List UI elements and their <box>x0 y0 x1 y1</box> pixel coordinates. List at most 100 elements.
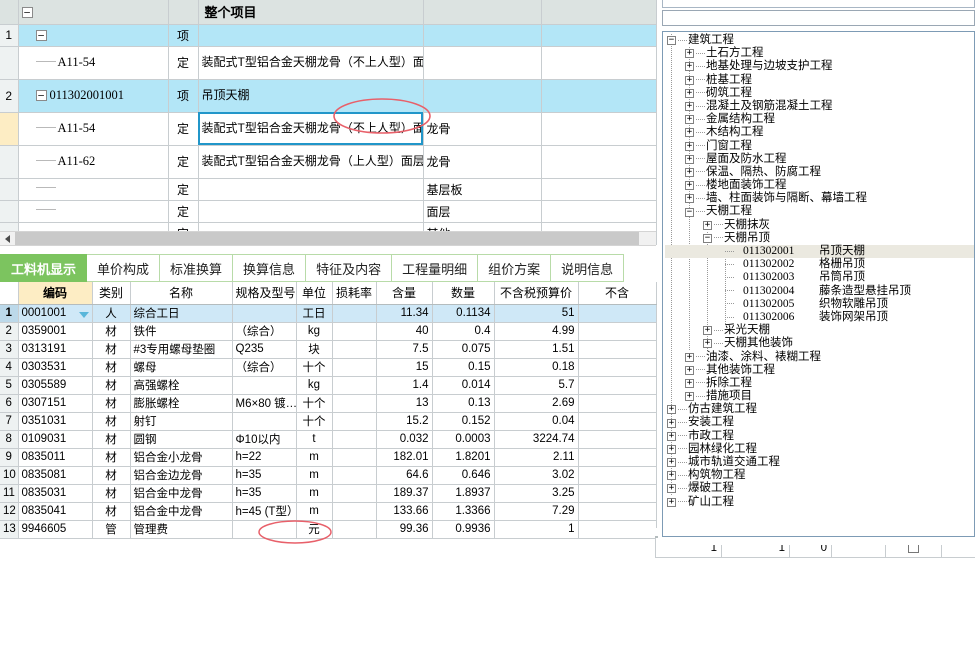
resource-content-cell[interactable]: 189.37 <box>376 484 433 503</box>
resource-budget-price-cell[interactable]: 0.18 <box>494 358 579 377</box>
resource-market-price-cell[interactable] <box>578 412 657 431</box>
expand-icon[interactable]: + <box>667 444 676 454</box>
expand-icon[interactable]: + <box>685 352 694 362</box>
row-code-cell[interactable] <box>18 200 169 223</box>
resource-content-cell[interactable]: 40 <box>376 322 433 341</box>
bill-grid-row[interactable]: A11-54 定装配式T型铝合金天棚龙骨（不上人型）面层规格(mm) 600×60… <box>0 112 657 146</box>
tab-3[interactable]: 换算信息 <box>233 254 307 282</box>
resource-loss-cell[interactable] <box>332 520 377 539</box>
col-header-1[interactable]: 编码 <box>18 282 93 305</box>
row-name-cell[interactable] <box>198 24 424 47</box>
resource-spec-cell[interactable] <box>232 412 297 431</box>
resource-loss-cell[interactable] <box>332 376 377 395</box>
tree-node-7[interactable]: + 木结构工程 <box>665 126 974 139</box>
tree-node-9[interactable]: + 屋面及防水工程 <box>665 153 974 166</box>
resource-row[interactable]: 10 0835081 材铝合金边龙骨 h=35 m 64.6 0.646 3.02 <box>0 466 657 485</box>
resource-content-cell[interactable]: 15 <box>376 358 433 377</box>
resource-spec-cell[interactable] <box>232 304 297 323</box>
expand-icon[interactable]: + <box>667 497 676 507</box>
resource-row[interactable]: 2 0359001 材铁件 （综合） kg 40 0.4 4.99 <box>0 322 657 341</box>
resource-name-cell[interactable]: 铝合金中龙骨 <box>130 502 233 521</box>
resource-spec-cell[interactable]: （综合） <box>232 358 297 377</box>
col-header-9[interactable]: 不含税预算价 <box>494 282 579 305</box>
resource-qty-cell[interactable]: 0.0003 <box>432 430 495 449</box>
resource-row[interactable]: 12 0835041 材铝合金中龙骨 h=45 (T型） m 133.66 1.3366 7.… <box>0 502 657 521</box>
expand-icon[interactable]: + <box>667 405 676 415</box>
resource-name-cell[interactable]: 铝合金边龙骨 <box>130 466 233 485</box>
expand-icon[interactable]: + <box>685 378 694 388</box>
resource-budget-price-cell[interactable]: 1.51 <box>494 340 579 359</box>
resource-row[interactable]: 4 0303531 材螺母 （综合） 十个 15 0.15 0.18 <box>0 358 657 377</box>
tree-node-33[interactable]: + 构筑物工程 <box>665 469 974 482</box>
resource-code-cell[interactable]: 0307151 <box>18 394 93 413</box>
row-extra-cell[interactable] <box>541 24 657 47</box>
row-feature-cell[interactable]: 龙骨 <box>423 145 542 179</box>
tree-node-24[interactable]: + 油漆、涂料、裱糊工程 <box>665 351 974 364</box>
expand-icon[interactable]: + <box>685 365 694 375</box>
resource-market-price-cell[interactable] <box>578 376 657 395</box>
resource-loss-cell[interactable] <box>332 340 377 359</box>
row-feature-cell[interactable]: 面层 <box>423 200 542 223</box>
resource-name-cell[interactable]: 高强螺栓 <box>130 376 233 395</box>
col-header-2[interactable]: 类别 <box>92 282 131 305</box>
resource-row[interactable]: 7 0351031 材射钉 十个 15.2 0.152 0.04 <box>0 412 657 431</box>
row-feature-cell[interactable]: 基层板 <box>423 178 542 201</box>
resource-budget-price-cell[interactable]: 3.02 <box>494 466 579 485</box>
resource-qty-cell[interactable]: 0.014 <box>432 376 495 395</box>
tree-node-1[interactable]: + 土石方工程 <box>665 47 974 60</box>
resource-spec-cell[interactable] <box>232 520 297 539</box>
resource-row[interactable]: 8 0109031 材圆钢 Φ10以内 t 0.032 0.0003 3224.74 <box>0 430 657 449</box>
resource-loss-cell[interactable] <box>332 502 377 521</box>
resource-code-cell[interactable]: 0359001 <box>18 322 93 341</box>
expand-icon[interactable]: + <box>685 62 694 72</box>
resource-budget-price-cell[interactable]: 0.04 <box>494 412 579 431</box>
dropdown-caret-icon[interactable] <box>78 312 89 318</box>
resource-qty-cell[interactable]: 0.4 <box>432 322 495 341</box>
tree-node-28[interactable]: + 仿古建筑工程 <box>665 403 974 416</box>
resource-content-cell[interactable]: 1.4 <box>376 376 433 395</box>
row-code-cell[interactable]: A11-54 <box>18 46 169 80</box>
row-feature-cell[interactable] <box>423 24 542 47</box>
resource-spec-cell[interactable]: h=35 <box>232 466 297 485</box>
resource-loss-cell[interactable] <box>332 448 377 467</box>
resource-name-cell[interactable]: 射钉 <box>130 412 233 431</box>
resource-spec-cell[interactable]: M6×80 镀… <box>232 394 297 413</box>
row-extra-cell[interactable] <box>541 46 657 80</box>
resource-row[interactable]: 11 0835031 材铝合金中龙骨 h=35 m 189.37 1.8937 3.25 <box>0 484 657 503</box>
tab-4[interactable]: 特征及内容 <box>306 254 393 282</box>
resource-code-cell[interactable]: 9946605 <box>18 520 93 539</box>
resource-qty-cell[interactable]: 1.3366 <box>432 502 495 521</box>
resource-qty-cell[interactable]: 1.8937 <box>432 484 495 503</box>
expand-icon[interactable]: + <box>685 141 694 151</box>
resource-spec-cell[interactable]: h=45 (T型） <box>232 502 297 521</box>
resource-market-price-cell[interactable] <box>578 358 657 377</box>
tree-node-2[interactable]: + 地基处理与边坡支护工程 <box>665 60 974 73</box>
col-header-4[interactable]: 规格及型号 <box>232 282 297 305</box>
resource-name-cell[interactable]: 铁件 <box>130 322 233 341</box>
expand-icon[interactable]: + <box>667 431 676 441</box>
row-name-cell[interactable]: 装配式T型铝合金天棚龙骨（上人型）面层规格(mm) 600×600 平面 <box>198 145 424 179</box>
resource-qty-cell[interactable]: 0.1134 <box>432 304 495 323</box>
resource-budget-price-cell[interactable]: 1 <box>494 520 579 539</box>
resource-market-price-cell[interactable] <box>578 448 657 467</box>
expand-icon[interactable]: + <box>685 154 694 164</box>
resource-detail-grid[interactable]: 编码 类别 名称 规格及型号 单位 损耗率 含量 数量 不含税预算价 不含 1 0001001 人综合… <box>0 282 657 539</box>
resource-content-cell[interactable]: 133.66 <box>376 502 433 521</box>
expand-icon[interactable]: + <box>685 49 694 59</box>
tree-node-10[interactable]: + 保温、隔热、防腐工程 <box>665 166 974 179</box>
resource-row[interactable]: 6 0307151 材膨胀螺栓 M6×80 镀… 十个 13 0.13 2.69 <box>0 394 657 413</box>
resource-code-cell[interactable]: 0303531 <box>18 358 93 377</box>
bill-grid-row[interactable]: 1 − 项 <box>0 24 657 47</box>
resource-budget-price-cell[interactable]: 3.25 <box>494 484 579 503</box>
row-extra-cell[interactable] <box>541 112 657 146</box>
resource-loss-cell[interactable] <box>332 484 377 503</box>
resource-loss-cell[interactable] <box>332 412 377 431</box>
resource-row[interactable]: 9 0835011 材铝合金小龙骨 h=22 m 182.01 1.8201 2.11 <box>0 448 657 467</box>
tree-node-6[interactable]: + 金属结构工程 <box>665 113 974 126</box>
tree-node-20[interactable]: 011302005 织物软雕吊顶 <box>665 298 974 311</box>
resource-code-cell[interactable]: 0835041 <box>18 502 93 521</box>
tree-node-5[interactable]: + 混凝土及钢筋混凝土工程 <box>665 100 974 113</box>
resource-name-cell[interactable]: 综合工日 <box>130 304 233 323</box>
tree-node-18[interactable]: 011302003 吊筒吊顶 <box>665 271 974 284</box>
expand-icon[interactable]: + <box>667 484 676 494</box>
